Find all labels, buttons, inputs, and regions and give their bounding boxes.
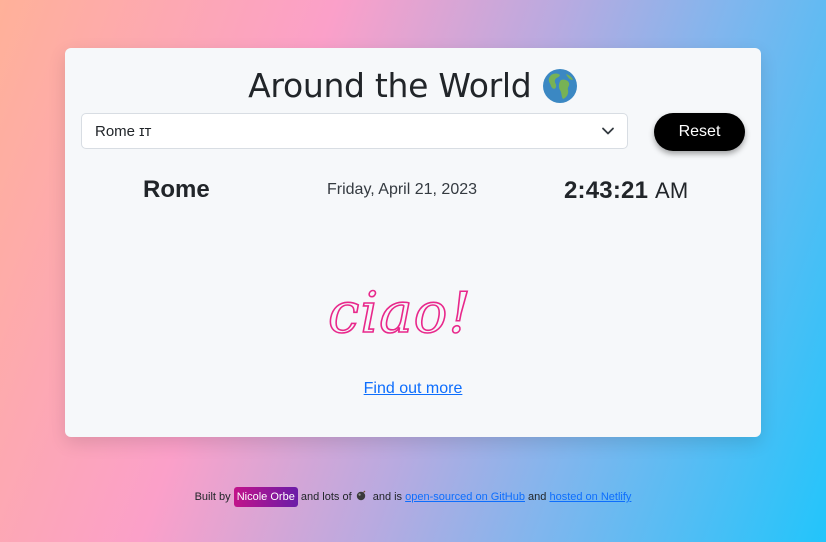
greeting-lettering: ciao! (327, 280, 472, 346)
greeting-text: ciao! (328, 281, 472, 346)
city-name: Rome (143, 176, 210, 203)
page-title: Around the World (248, 66, 532, 105)
chevron-down-icon (602, 127, 614, 135)
github-link[interactable]: open-sourced on GitHub (405, 491, 525, 503)
footer-and-is: and is (372, 491, 403, 503)
footer: Built by Nicole Orbe and lots of and is … (0, 487, 826, 507)
footer-built-by: Built by (194, 491, 231, 503)
footer-and-lots-of: and lots of (300, 491, 352, 503)
globe-icon (542, 68, 577, 103)
time-ampm: AM (655, 178, 689, 203)
reset-button[interactable]: Reset (654, 113, 745, 151)
city-select[interactable]: Rome ɪᴛ (81, 113, 628, 149)
header: Around the World (65, 66, 761, 106)
current-time: 2:43:21 AM (564, 177, 688, 205)
time-digits: 2:43:21 (564, 177, 649, 204)
footer-and: and (528, 491, 547, 503)
netlify-link[interactable]: hosted on Netlify (549, 491, 631, 503)
app-card: Around the World Rome ɪᴛ Reset Rome Frid… (65, 48, 761, 437)
city-select-value: Rome ɪᴛ (95, 123, 152, 140)
current-date: Friday, April 21, 2023 (327, 181, 478, 198)
bomb-icon (356, 490, 366, 501)
find-out-more-link[interactable]: Find out more (65, 380, 761, 398)
author-badge[interactable]: Nicole Orbe (233, 487, 298, 507)
